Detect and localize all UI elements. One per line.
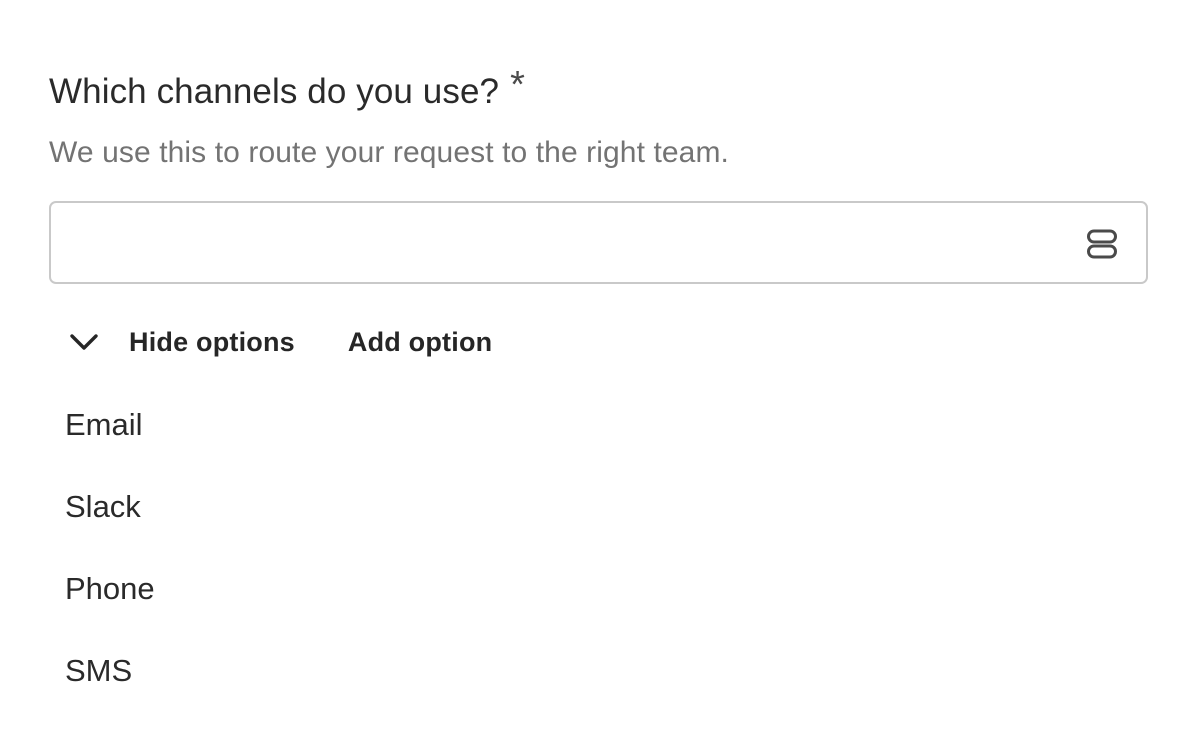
chevron-down-icon[interactable] [67,325,101,359]
field-description: We use this to route your request to the… [49,136,729,169]
option-item[interactable]: Email [65,404,155,486]
option-item[interactable]: SMS [65,650,155,732]
options-list: Email Slack Phone SMS [65,404,155,732]
add-option-button[interactable]: Add option [348,327,492,358]
options-toolbar: Hide options Add option [67,322,492,362]
channels-select[interactable] [49,201,1148,284]
hide-options-button[interactable]: Hide options [67,325,295,359]
option-item[interactable]: Slack [65,486,155,568]
question-heading: Which channels do you use? * [49,64,525,114]
option-item[interactable]: Phone [65,568,155,650]
question-label: Which channels do you use? [49,72,500,111]
list-layout-icon[interactable] [1086,228,1118,260]
required-asterisk: * [510,64,525,106]
hide-options-label[interactable]: Hide options [129,327,295,358]
